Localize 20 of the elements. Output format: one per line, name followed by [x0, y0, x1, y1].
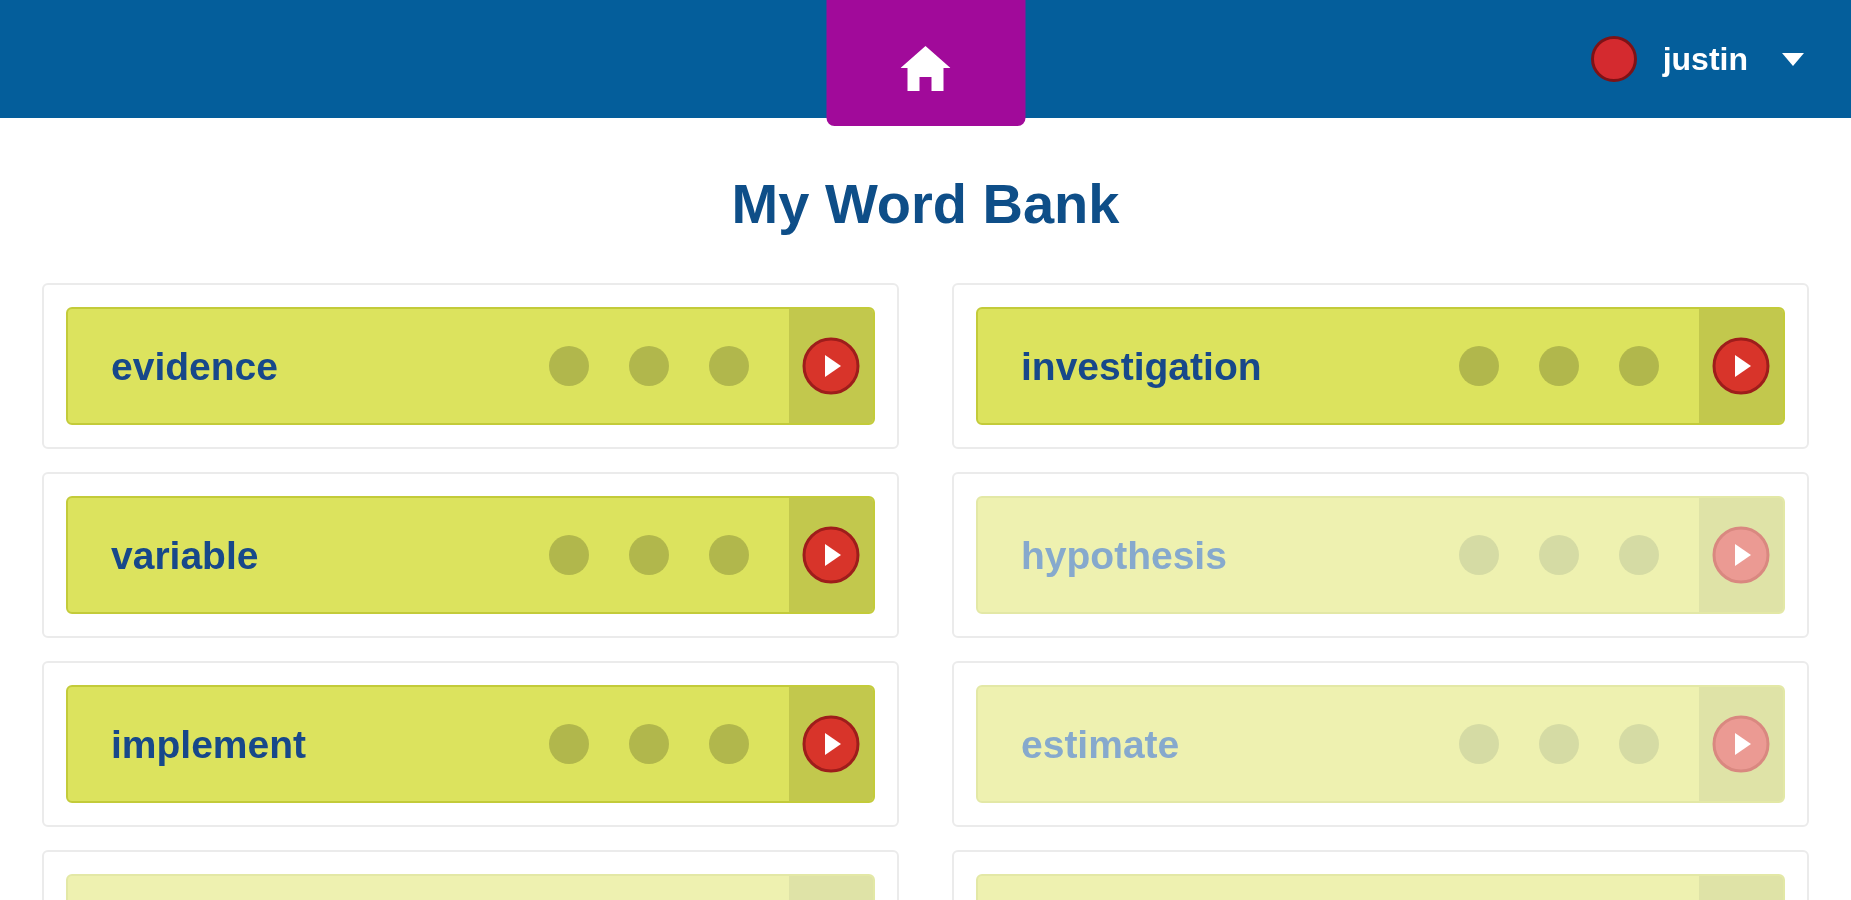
play-button[interactable] [1699, 309, 1783, 423]
play-icon [1712, 715, 1770, 773]
word-label: evidence [111, 346, 278, 386]
play-icon [1712, 337, 1770, 395]
play-button[interactable] [789, 498, 873, 612]
play-icon [802, 337, 860, 395]
home-tab[interactable] [826, 0, 1025, 126]
word-label: investigation [1021, 346, 1262, 386]
home-icon [900, 45, 951, 91]
user-name[interactable]: justin [1662, 43, 1748, 75]
play-button[interactable] [789, 309, 873, 423]
play-icon [1712, 526, 1770, 584]
word-label: hypothesis [1021, 535, 1227, 575]
caret-icon[interactable] [1782, 52, 1804, 66]
word-label: variable [111, 535, 259, 575]
play-icon [802, 715, 860, 773]
word-label: estimate [1021, 724, 1180, 764]
word-label: implement [111, 724, 307, 764]
play-button[interactable] [789, 687, 873, 801]
play-icon [802, 526, 860, 584]
